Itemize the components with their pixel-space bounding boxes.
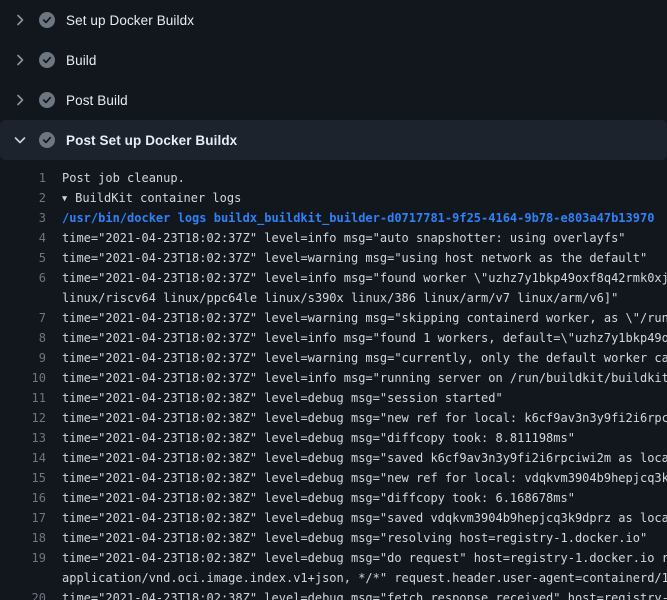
log-line: 1Post job cleanup. <box>0 168 667 188</box>
line-number[interactable]: 5 <box>0 248 46 268</box>
line-number[interactable]: 4 <box>0 228 46 248</box>
group-expand-icon[interactable]: ▼ <box>62 189 67 208</box>
step-header-post-set-up-docker-buildx[interactable]: Post Set up Docker Buildx <box>0 120 667 160</box>
log-line: 17time="2021-04-23T18:02:38Z" level=debu… <box>0 508 667 528</box>
check-circle-icon <box>39 52 55 68</box>
log-line: 2 ▼ BuildKit container logs <box>0 188 667 208</box>
log-text: Post job cleanup. <box>46 168 667 188</box>
step-title: Set up Docker Buildx <box>66 13 194 28</box>
check-circle-icon <box>39 12 55 28</box>
log-line: 4time="2021-04-23T18:02:37Z" level=info … <box>0 228 667 248</box>
log-line: linux/riscv64 linux/ppc64le linux/s390x … <box>0 288 667 308</box>
log-line-command: 3/usr/bin/docker logs buildx_buildkit_bu… <box>0 208 667 228</box>
log-text: time="2021-04-23T18:02:37Z" level=info m… <box>46 268 667 288</box>
line-number[interactable]: 1 <box>0 168 46 188</box>
check-circle-icon <box>39 132 55 148</box>
log-line: 12time="2021-04-23T18:02:38Z" level=debu… <box>0 408 667 428</box>
log-text: linux/riscv64 linux/ppc64le linux/s390x … <box>46 288 667 308</box>
line-number[interactable]: 2 <box>0 188 46 208</box>
step-title: Build <box>66 53 97 68</box>
line-number[interactable]: 3 <box>0 208 46 228</box>
line-number[interactable]: 11 <box>0 388 46 408</box>
line-number[interactable]: 9 <box>0 348 46 368</box>
step-title: Post Set up Docker Buildx <box>66 133 237 148</box>
chevron-down-icon[interactable] <box>12 132 28 148</box>
log-line: 11time="2021-04-23T18:02:38Z" level=debu… <box>0 388 667 408</box>
log-line: 13time="2021-04-23T18:02:38Z" level=debu… <box>0 428 667 448</box>
log-line: 7time="2021-04-23T18:02:37Z" level=warni… <box>0 308 667 328</box>
log-text: time="2021-04-23T18:02:38Z" level=debug … <box>46 428 667 448</box>
log-text: /usr/bin/docker logs buildx_buildkit_bui… <box>46 208 667 228</box>
log-text: time="2021-04-23T18:02:38Z" level=debug … <box>46 488 667 508</box>
log-text: time="2021-04-23T18:02:38Z" level=debug … <box>46 448 667 468</box>
step-header-post-build[interactable]: Post Build <box>0 80 667 120</box>
line-number[interactable]: 10 <box>0 368 46 388</box>
log-group-label[interactable]: ▼ BuildKit container logs <box>46 188 667 208</box>
line-number[interactable]: 13 <box>0 428 46 448</box>
log-line: 16time="2021-04-23T18:02:38Z" level=debu… <box>0 488 667 508</box>
line-number[interactable]: 19 <box>0 548 46 568</box>
line-number[interactable]: 17 <box>0 508 46 528</box>
log-text: time="2021-04-23T18:02:37Z" level=warnin… <box>46 248 667 268</box>
log-text: time="2021-04-23T18:02:38Z" level=debug … <box>46 588 667 600</box>
log-text: time="2021-04-23T18:02:37Z" level=info m… <box>46 328 667 348</box>
chevron-right-icon[interactable] <box>12 12 28 28</box>
line-number[interactable]: 20 <box>0 588 46 600</box>
chevron-right-icon[interactable] <box>12 92 28 108</box>
log-text: time="2021-04-23T18:02:38Z" level=debug … <box>46 388 667 408</box>
log-text: time="2021-04-23T18:02:37Z" level=warnin… <box>46 348 667 368</box>
log-line: 9time="2021-04-23T18:02:37Z" level=warni… <box>0 348 667 368</box>
step-header-build[interactable]: Build <box>0 40 667 80</box>
log-line: 6time="2021-04-23T18:02:37Z" level=info … <box>0 268 667 288</box>
log-line: 15time="2021-04-23T18:02:38Z" level=debu… <box>0 468 667 488</box>
line-number[interactable]: 8 <box>0 328 46 348</box>
log-line: 5time="2021-04-23T18:02:37Z" level=warni… <box>0 248 667 268</box>
line-number[interactable]: 7 <box>0 308 46 328</box>
log-line: 8time="2021-04-23T18:02:37Z" level=info … <box>0 328 667 348</box>
log-line: 20time="2021-04-23T18:02:38Z" level=debu… <box>0 588 667 600</box>
line-number[interactable]: 6 <box>0 268 46 288</box>
log-text: time="2021-04-23T18:02:38Z" level=debug … <box>46 508 667 528</box>
line-number[interactable]: 14 <box>0 448 46 468</box>
log-text: time="2021-04-23T18:02:37Z" level=warnin… <box>46 308 667 328</box>
log-text: time="2021-04-23T18:02:38Z" level=debug … <box>46 408 667 428</box>
line-number[interactable]: 12 <box>0 408 46 428</box>
check-circle-icon <box>39 92 55 108</box>
group-title: BuildKit container logs <box>75 191 241 205</box>
log-text: time="2021-04-23T18:02:38Z" level=debug … <box>46 528 667 548</box>
line-number[interactable]: 16 <box>0 488 46 508</box>
log-line: application/vnd.oci.image.index.v1+json,… <box>0 568 667 588</box>
log-text: time="2021-04-23T18:02:38Z" level=debug … <box>46 468 667 488</box>
log-text: time="2021-04-23T18:02:38Z" level=debug … <box>46 548 667 568</box>
log-line: 19time="2021-04-23T18:02:38Z" level=debu… <box>0 548 667 568</box>
actions-log-viewer: Set up Docker Buildx Build Post Build Po… <box>0 0 667 600</box>
log-line: 18time="2021-04-23T18:02:38Z" level=debu… <box>0 528 667 548</box>
chevron-right-icon[interactable] <box>12 52 28 68</box>
line-number[interactable]: 15 <box>0 468 46 488</box>
log-body: 1Post job cleanup.2 ▼ BuildKit container l… <box>0 160 667 600</box>
step-header-set-up-docker-buildx[interactable]: Set up Docker Buildx <box>0 0 667 40</box>
log-text: time="2021-04-23T18:02:37Z" level=info m… <box>46 228 667 248</box>
log-line: 14time="2021-04-23T18:02:38Z" level=debu… <box>0 448 667 468</box>
line-number[interactable]: 18 <box>0 528 46 548</box>
log-text: time="2021-04-23T18:02:37Z" level=info m… <box>46 368 667 388</box>
log-text: application/vnd.oci.image.index.v1+json,… <box>46 568 667 588</box>
step-title: Post Build <box>66 93 128 108</box>
log-line: 10time="2021-04-23T18:02:37Z" level=info… <box>0 368 667 388</box>
